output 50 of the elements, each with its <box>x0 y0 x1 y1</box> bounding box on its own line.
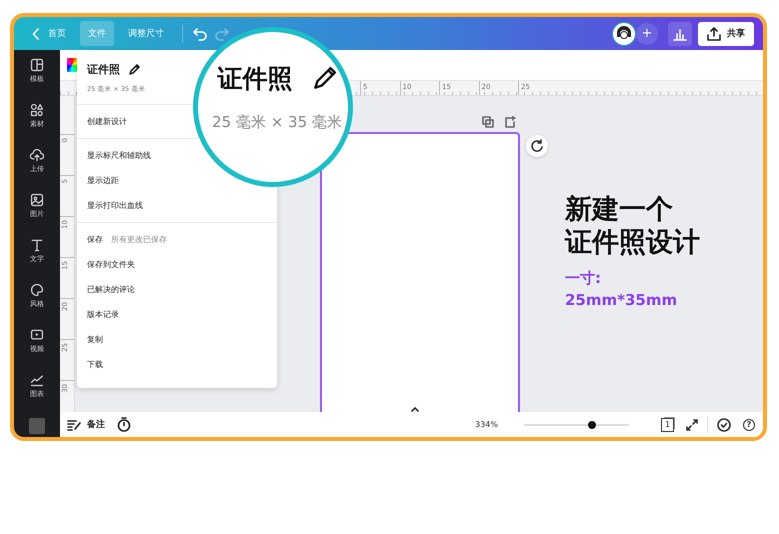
annotation-size: 一寸: 25mm*35mm <box>565 268 678 311</box>
upload-icon <box>30 148 44 162</box>
text-icon <box>30 238 44 252</box>
undo-icon <box>192 26 208 42</box>
notes-icon <box>67 418 81 430</box>
templates-icon <box>30 58 44 72</box>
video-icon <box>30 328 44 342</box>
annotation-heading: 新建一个 证件照设计 <box>565 193 700 259</box>
add-collaborator-button[interactable]: + <box>636 22 658 44</box>
menu-item[interactable]: 创建新设计 <box>77 109 137 134</box>
duplicate-icon[interactable] <box>482 116 494 128</box>
magnified-title: 证件照 <box>218 63 292 95</box>
redo-icon <box>214 26 230 42</box>
notes-button[interactable]: 备注 <box>67 418 105 431</box>
menu-item[interactable]: 保存到文件夹 <box>77 252 145 277</box>
help-button[interactable]: ? <box>743 418 755 430</box>
avatar[interactable] <box>612 22 636 46</box>
thumbnail-icon[interactable] <box>29 418 45 434</box>
caret-icon <box>411 407 419 412</box>
refresh-icon <box>530 139 544 153</box>
timer-icon[interactable] <box>117 417 131 432</box>
expand-icon[interactable] <box>686 418 698 430</box>
menu-item[interactable]: 显示打印出血线 <box>77 193 153 218</box>
slider-thumb[interactable] <box>588 420 596 428</box>
charts-icon <box>30 373 44 387</box>
menu-item[interactable]: 显示边距 <box>77 168 129 193</box>
menu-item[interactable]: 版本记录 <box>77 302 129 327</box>
share-button[interactable]: 共享 <box>698 22 754 46</box>
menu-item[interactable]: 保存 所有更改已保存 <box>77 227 177 252</box>
refresh-button[interactable] <box>526 135 548 157</box>
zoom-reading: 334% <box>475 420 498 429</box>
pencil-icon[interactable] <box>128 64 140 76</box>
elements-icon <box>30 103 44 117</box>
back-icon <box>32 28 40 40</box>
styles-icon <box>30 283 44 297</box>
color-picker-icon[interactable] <box>67 58 77 72</box>
menu-item[interactable]: 下载 <box>77 352 113 377</box>
check-circle-icon[interactable] <box>717 418 731 432</box>
design-page[interactable] <box>320 132 520 412</box>
add-page-icon[interactable] <box>504 116 516 128</box>
photos-icon <box>30 193 44 207</box>
insights-button[interactable] <box>668 22 692 46</box>
menu-item[interactable]: 显示标尺和辅助线 <box>77 143 161 168</box>
magnified-size: 25 毫米 × 35 毫米 <box>212 113 342 132</box>
upload-icon <box>707 26 721 40</box>
menu-item[interactable]: 已解决的评论 <box>77 277 145 302</box>
design-title[interactable]: 证件照 <box>87 62 120 77</box>
page-count-button[interactable]: 1 <box>661 418 674 432</box>
bar-chart-icon <box>673 26 687 40</box>
menu-item[interactable]: 复制 <box>77 327 113 352</box>
